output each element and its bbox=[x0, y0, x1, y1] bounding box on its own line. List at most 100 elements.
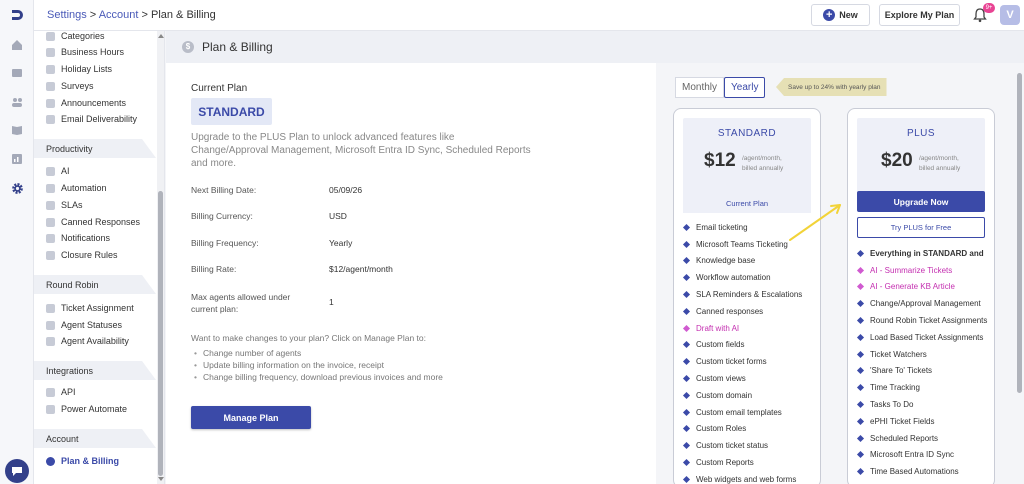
sidebar-item-business-hours[interactable]: Business Hours bbox=[46, 45, 124, 59]
mail-icon bbox=[46, 114, 55, 124]
home-icon[interactable] bbox=[9, 37, 25, 53]
diamond-bullet-icon bbox=[856, 300, 865, 308]
scroll-down-arrow-icon[interactable] bbox=[158, 477, 164, 481]
diamond-bullet-icon bbox=[682, 391, 691, 399]
app-logo-icon[interactable] bbox=[9, 7, 25, 23]
page-scroll-thumb[interactable] bbox=[1017, 73, 1022, 393]
diamond-bullet-icon bbox=[856, 333, 865, 341]
agent-availability-icon bbox=[46, 336, 55, 346]
sidebar-item-email-deliverability[interactable]: Email Deliverability bbox=[46, 112, 137, 126]
sidebar-item-agent-availability[interactable]: Agent Availability bbox=[46, 334, 129, 348]
current-plan-label: Current Plan bbox=[191, 83, 248, 94]
diamond-bullet-icon bbox=[856, 468, 865, 476]
yearly-toggle[interactable]: Yearly bbox=[724, 77, 766, 98]
users-icon[interactable] bbox=[9, 94, 25, 110]
current-plan-badge: STANDARD bbox=[191, 98, 272, 125]
sla-icon bbox=[46, 200, 55, 210]
list-item: Custom domain bbox=[682, 387, 802, 404]
sidebar-item-power-automate[interactable]: Power Automate bbox=[46, 402, 127, 416]
upgrade-description: Upgrade to the PLUS Plan to unlock advan… bbox=[191, 132, 531, 169]
list-item: Round Robin Ticket Assignments bbox=[856, 312, 987, 329]
max-agents-label: Max agents allowed under current plan: bbox=[191, 292, 291, 314]
diamond-bullet-icon bbox=[856, 350, 865, 358]
calendar-icon bbox=[46, 64, 55, 74]
api-icon bbox=[46, 387, 55, 397]
dollar-icon: $ bbox=[182, 41, 194, 53]
list-item: Custom ticket status bbox=[682, 437, 802, 454]
diamond-bullet-icon bbox=[682, 257, 691, 265]
sidebar-item-ai[interactable]: AI bbox=[46, 164, 70, 178]
sidebar-item-slas[interactable]: SLAs bbox=[46, 198, 83, 212]
sidebar-item-agent-statuses[interactable]: Agent Statuses bbox=[46, 318, 122, 332]
breadcrumb-account[interactable]: Account bbox=[99, 9, 139, 21]
reports-icon[interactable] bbox=[9, 151, 25, 167]
icon-rail bbox=[0, 0, 34, 484]
sidebar-item-categories[interactable]: Categories bbox=[46, 31, 105, 43]
ai-gear-icon bbox=[46, 166, 55, 176]
explore-my-plan-button[interactable]: Explore My Plan bbox=[879, 4, 960, 26]
standard-plan-header: STANDARD $12 /agent/month, billed annual… bbox=[683, 118, 811, 195]
breadcrumb-current: Plan & Billing bbox=[150, 9, 216, 21]
standard-feature-list: Email ticketing Microsoft Teams Ticketin… bbox=[682, 219, 802, 484]
list-item: Load Based Ticket Assignments bbox=[856, 329, 987, 346]
billing-rate-value: $12/agent/month bbox=[329, 264, 393, 274]
diamond-bullet-icon bbox=[856, 283, 865, 291]
diamond-bullet-icon bbox=[682, 240, 691, 248]
list-item: Tasks To Do bbox=[856, 396, 987, 413]
sidebar-scroll-thumb[interactable] bbox=[158, 191, 163, 476]
list-item: Ticket Watchers bbox=[856, 346, 987, 363]
list-item: Time Tracking bbox=[856, 379, 987, 396]
user-avatar[interactable]: V bbox=[1000, 5, 1020, 25]
sidebar-section-integrations: Integrations bbox=[34, 361, 156, 380]
try-plus-free-button[interactable]: Try PLUS for Free bbox=[857, 217, 985, 238]
list-item: Change/Approval Management bbox=[856, 295, 987, 312]
plus-feature-list: Everything in STANDARD and AI - Summariz… bbox=[856, 245, 987, 480]
plus-plan-billing-note: /agent/month, billed annually bbox=[919, 155, 961, 172]
next-billing-date-label: Next Billing Date: bbox=[191, 185, 257, 195]
notification-count-badge: 9+ bbox=[983, 3, 995, 13]
settings-gear-icon[interactable] bbox=[9, 180, 25, 196]
sidebar-item-closure-rules[interactable]: Closure Rules bbox=[46, 248, 118, 262]
list-item: Scheduled Reports bbox=[856, 430, 987, 447]
survey-icon bbox=[46, 81, 55, 91]
diamond-bullet-icon bbox=[856, 367, 865, 375]
list-item: Custom fields bbox=[682, 337, 802, 354]
sidebar-item-api[interactable]: API bbox=[46, 385, 76, 399]
scroll-up-arrow-icon[interactable] bbox=[158, 34, 164, 38]
tickets-icon[interactable] bbox=[9, 65, 25, 81]
billing-frequency-label: Billing Frequency: bbox=[191, 238, 259, 248]
diamond-bullet-icon bbox=[856, 417, 865, 425]
monthly-toggle[interactable]: Monthly bbox=[675, 77, 725, 98]
sidebar-item-notifications[interactable]: Notifications bbox=[46, 231, 110, 245]
sidebar-item-canned-responses[interactable]: Canned Responses bbox=[46, 215, 140, 229]
breadcrumb-settings[interactable]: Settings bbox=[47, 9, 87, 21]
list-item: Update billing information on the invoic… bbox=[194, 360, 443, 372]
sidebar-item-plan-billing[interactable]: Plan & Billing bbox=[46, 454, 119, 468]
manage-plan-button[interactable]: Manage Plan bbox=[191, 406, 311, 429]
sidebar-item-surveys[interactable]: Surveys bbox=[46, 79, 94, 93]
sidebar-scrollbar[interactable] bbox=[157, 31, 164, 484]
diamond-bullet-icon bbox=[856, 266, 865, 274]
list-item: Everything in STANDARD and bbox=[856, 245, 987, 262]
page-scrollbar[interactable] bbox=[1015, 65, 1024, 484]
chat-support-icon[interactable] bbox=[5, 459, 29, 483]
plus-plan-name: PLUS bbox=[906, 128, 936, 139]
breadcrumb: Settings > Account > Plan & Billing bbox=[47, 9, 216, 21]
max-agents-value: 1 bbox=[329, 297, 334, 307]
list-item: Canned responses bbox=[682, 303, 802, 320]
sidebar-item-announcements[interactable]: Announcements bbox=[46, 96, 126, 110]
diamond-bullet-icon bbox=[682, 375, 691, 383]
list-item: SLA Reminders & Escalations bbox=[682, 286, 802, 303]
upgrade-now-button[interactable]: Upgrade Now bbox=[857, 191, 985, 212]
knowledge-base-icon[interactable] bbox=[9, 122, 25, 138]
new-button[interactable]: + New bbox=[811, 4, 870, 26]
yearly-savings-tag: Save up to 24% with yearly plan bbox=[776, 78, 887, 96]
sidebar-item-ticket-assignment[interactable]: Ticket Assignment bbox=[46, 301, 134, 315]
standard-plan-card: STANDARD $12 /agent/month, billed annual… bbox=[673, 108, 821, 484]
sidebar-item-automation[interactable]: Automation bbox=[46, 181, 107, 195]
billing-frequency-value: Yearly bbox=[329, 238, 353, 248]
page-title: Plan & Billing bbox=[202, 40, 273, 54]
plan-comparison-panel: Monthly Yearly Save up to 24% with yearl… bbox=[656, 63, 1024, 484]
sidebar-item-holiday-lists[interactable]: Holiday Lists bbox=[46, 62, 112, 76]
power-automate-icon bbox=[46, 404, 55, 414]
